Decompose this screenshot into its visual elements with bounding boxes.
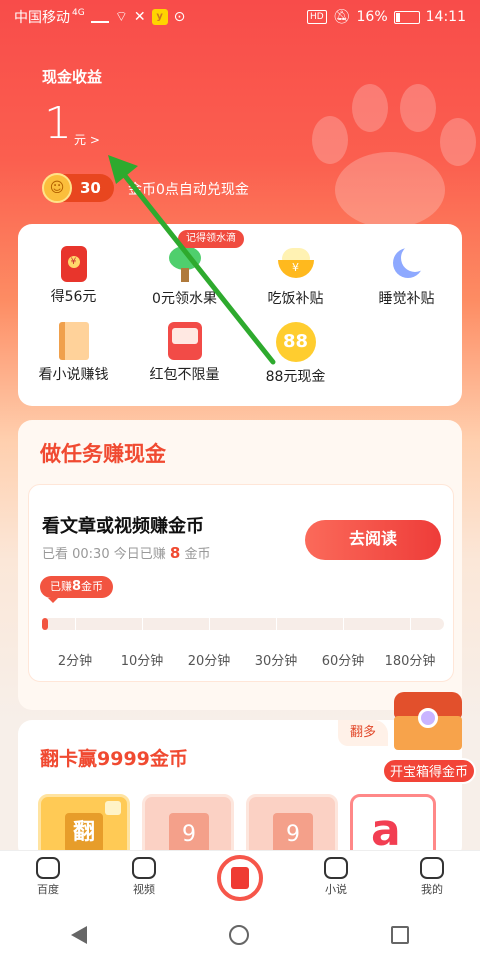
nav-label: 视频: [133, 883, 155, 896]
cash-unit-link[interactable]: 元 >: [74, 131, 100, 148]
milestone-label: 60分钟: [321, 654, 365, 669]
milestone-tick: [142, 618, 143, 630]
task-section-title: 做任务赚现金: [40, 442, 166, 466]
open-treasure-button[interactable]: 开宝箱得金币: [382, 758, 476, 784]
milestone-tick: [75, 618, 76, 630]
menu-item-label: 睡觉补贴: [378, 291, 435, 307]
nav-label: 百度: [37, 883, 59, 896]
earned-badge-suffix: 金币: [81, 580, 104, 593]
watched-time-text: 已看 00:30 今日已赚: [42, 547, 166, 562]
milestone-tick: [209, 618, 210, 630]
rice-bowl-icon: [276, 244, 316, 284]
milestone-label: 180分钟: [384, 654, 436, 669]
nav-label: 我的: [421, 883, 443, 896]
go-read-button[interactable]: 去阅读: [305, 520, 441, 560]
battery-percent: 16%: [356, 9, 388, 25]
paw-decoration-icon: [312, 84, 476, 228]
coin-unit-text: 金币: [184, 547, 211, 562]
menu-item-label: 0元领水果: [152, 291, 217, 307]
coin-balance-pill[interactable]: ☺ 30: [42, 173, 114, 203]
system-nav-bar: [0, 910, 480, 960]
back-icon[interactable]: [71, 926, 87, 944]
milestone-label: 30分钟: [254, 654, 298, 669]
milestone-tick: [410, 618, 411, 630]
hd-badge: HD: [307, 10, 327, 24]
flip-card-face: 翻: [65, 813, 103, 853]
flip-card-face: a: [371, 805, 401, 856]
nav-item-baidu[interactable]: 百度: [0, 851, 96, 910]
home-icon[interactable]: [229, 925, 249, 945]
mute-icon: ✕: [133, 9, 146, 25]
menu-item-label: 吃饭补贴: [267, 291, 324, 307]
milestone-label: 10分钟: [120, 654, 164, 669]
reading-progress-fill: [42, 618, 49, 630]
water-drop-tip-badge: 记得领水滴: [178, 230, 244, 248]
coin-auto-exchange-note: 金币0点自动兑现金: [128, 182, 249, 198]
menu-item-free-fruit[interactable]: 0元领水果: [129, 244, 240, 308]
menu-item-novel-earn[interactable]: 看小说赚钱: [18, 322, 129, 386]
milestone-label: 20分钟: [187, 654, 231, 669]
quick-menu-grid: 得56元 0元领水果 吃饭补贴 睡觉补贴 看小说赚钱 红包不限量 88 88元现…: [18, 244, 462, 386]
menu-item-label: 88元现金: [265, 369, 326, 385]
coin-88-icon: 88: [275, 322, 316, 362]
nav-item-red-packet[interactable]: [192, 851, 288, 910]
earned-badge-value: 8: [72, 579, 82, 594]
milestone-tick: [343, 618, 344, 630]
cash-value[interactable]: 1: [44, 96, 72, 152]
cash-earnings-title: 现金收益: [42, 68, 103, 86]
clock: 14:11: [425, 9, 466, 25]
earned-today-value: 8: [169, 544, 181, 562]
play-icon: [132, 857, 156, 879]
lock-icon: [105, 801, 121, 815]
menu-item-label: 得56元: [50, 289, 97, 305]
earned-coins-badge: 已赚8金币: [40, 576, 114, 603]
profile-face-icon: [420, 857, 444, 879]
map-icon: ⊙: [173, 9, 186, 25]
battery-icon: [393, 10, 420, 24]
earned-badge-prefix: 已赚: [50, 580, 72, 593]
milestone-label: 2分钟: [57, 654, 93, 669]
network-label: 4G: [72, 8, 85, 18]
app-page: 中国移动 4G ⌔ ✕ y ⊙ HD 🔕︎ 16% 14:11 现金收益 1 元…: [0, 0, 480, 960]
signal-icon: [90, 11, 109, 23]
nav-item-mine[interactable]: 我的: [384, 851, 480, 910]
book-icon: [58, 322, 89, 360]
red-packet-icon: [167, 322, 202, 360]
reading-progress-bar: [42, 618, 444, 630]
reading-task-title: 看文章或视频赚金币: [42, 516, 204, 537]
treasure-chest-icon[interactable]: [390, 690, 466, 754]
fruit-tree-icon: [165, 244, 205, 284]
nav-item-video[interactable]: 视频: [96, 851, 192, 910]
menu-item-label: 红包不限量: [149, 367, 220, 383]
bell-off-icon: 🔕︎: [332, 9, 351, 25]
flip-card-title: 翻卡赢9999金币: [40, 748, 188, 770]
status-bar: 中国移动 4G ⌔ ✕ y ⊙ HD 🔕︎ 16% 14:11: [0, 0, 480, 34]
bottom-nav: 百度 视频 小说 我的: [0, 850, 480, 910]
flip-more-tab[interactable]: 翻多: [338, 720, 389, 746]
nav-label: 小说: [325, 883, 347, 896]
red-packet-timer-icon: [217, 855, 263, 901]
coin-count: 30: [80, 179, 101, 197]
menu-item-unlimited-packets[interactable]: 红包不限量: [129, 322, 240, 386]
red-envelope-icon: [60, 246, 87, 282]
wifi-icon: ⌔: [114, 9, 128, 25]
menu-item-88-cash[interactable]: 88 88元现金: [240, 322, 351, 386]
home-face-icon: [36, 857, 60, 879]
nav-item-novel[interactable]: 小说: [288, 851, 384, 910]
menu-item-sleep-subsidy[interactable]: 睡觉补贴: [351, 244, 462, 308]
reading-task-status: 已看 00:30 今日已赚 8 金币: [42, 543, 210, 562]
menu-item-meal-subsidy[interactable]: 吃饭补贴: [240, 244, 351, 308]
carrier-label: 中国移动: [14, 10, 70, 26]
menu-item-get-56[interactable]: 得56元: [18, 244, 129, 308]
menu-item-label: 看小说赚钱: [38, 367, 109, 383]
book-open-icon: [324, 857, 348, 879]
milestone-tick: [276, 618, 277, 630]
app-notification-icon: y: [151, 9, 168, 25]
coin-icon: ☺: [42, 173, 72, 203]
recents-icon[interactable]: [391, 926, 409, 944]
moon-icon: [387, 244, 429, 284]
